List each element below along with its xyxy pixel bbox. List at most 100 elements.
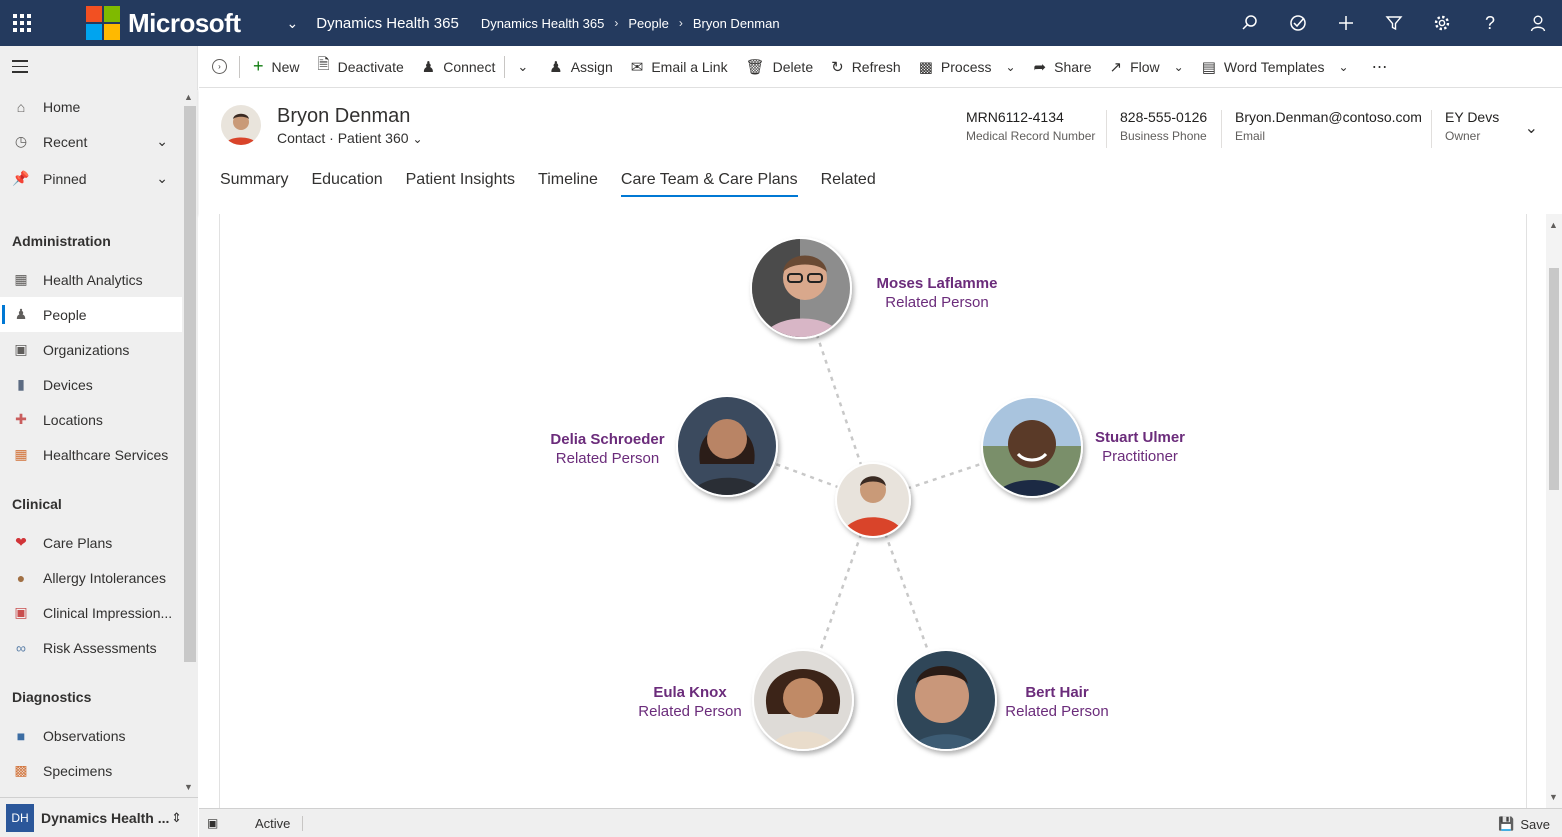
chevron-down-icon: ⌄ [1005,59,1016,74]
back-button[interactable]: › [199,46,239,88]
email-field: Bryon.Denman@contoso.com Email [1235,109,1422,143]
refresh-icon: ↻ [831,58,844,76]
assign-button[interactable]: ♟ Assign [540,46,621,88]
refresh-button[interactable]: ↻ Refresh [822,46,910,88]
nav-group-clinical: Clinical [12,496,62,512]
plus-icon: + [253,56,264,76]
deactivate-button[interactable]: 🗎 Deactivate [309,46,413,88]
up-down-chevron-icon: ⇕ [171,809,182,825]
command-label: Deactivate [337,58,404,75]
gear-icon[interactable] [1418,0,1466,46]
content-scrollbar-thumb[interactable] [1549,268,1559,490]
tab-timeline[interactable]: Timeline [538,171,598,197]
plus-icon[interactable] [1322,0,1370,46]
sidebar-item-people[interactable]: ♟ People [0,297,182,332]
divider [1106,110,1107,148]
tab-summary[interactable]: Summary [220,171,288,197]
chevron-right-icon: › [614,16,619,30]
tasks-icon[interactable] [1274,0,1322,46]
sidebar-item-health-analytics[interactable]: ▦ Health Analytics [0,262,182,297]
scroll-down-arrow-icon[interactable]: ▼ [1549,792,1558,802]
save-label: Save [1520,816,1550,832]
record-title: Bryon Denman [277,105,411,127]
tab-education[interactable]: Education [311,171,382,197]
app-title[interactable]: Dynamics Health 365 [316,15,459,32]
phone-value[interactable]: 828-555-0126 [1120,109,1207,125]
sidebar-item-allergy-intolerances[interactable]: ● Allergy Intolerances [0,560,182,595]
flow-button[interactable]: ↗ Flow ⌄ [1100,46,1192,88]
email-value[interactable]: Bryon.Denman@contoso.com [1235,109,1422,125]
search-icon[interactable] [1226,0,1274,46]
tab-related[interactable]: Related [821,171,876,197]
care-team-member-stuart[interactable]: Stuart Ulmer Practitioner [1080,429,1200,465]
avatar[interactable] [221,105,261,145]
sidebar-item-risk-assessments[interactable]: ∞ Risk Assessments [0,630,182,665]
app-launcher-waffle-icon[interactable] [0,0,44,46]
sidebar-item-specimens[interactable]: ▩ Specimens [0,753,182,788]
tab-care-team-care-plans[interactable]: Care Team & Care Plans [620,171,798,197]
sidebar-item-healthcare-services[interactable]: ▦ Healthcare Services [0,437,182,472]
more-commands-ellipsis-icon[interactable]: ⋯ [1358,46,1397,88]
sidebar-item-label: Recent [43,133,88,150]
sidebar-item-devices[interactable]: ▮ Devices [0,367,182,402]
hamburger-menu-icon[interactable] [12,60,28,77]
filter-icon[interactable] [1370,0,1418,46]
chevron-down-icon[interactable]: ⌄ [156,133,168,150]
app-switcher-chevron-icon[interactable]: ⌄ [287,15,299,32]
breadcrumb-item-app[interactable]: Dynamics Health 365 [481,16,605,31]
care-team-avatar-stuart[interactable] [981,396,1083,504]
connect-button[interactable]: ♟ Connect [413,46,505,88]
connect-dropdown-button[interactable]: ⌄ [505,46,540,88]
care-team-avatar-bert[interactable] [895,649,997,759]
command-label: New [271,58,300,75]
divider [239,55,240,78]
sidebar-item-clinical-impressions[interactable]: ▣ Clinical Impression... [0,595,182,630]
owner-label: Owner [1445,129,1481,143]
care-team-avatar-eula[interactable] [752,649,854,754]
sidebar-item-care-plans[interactable]: ❤ Care Plans [0,525,182,560]
form-selector[interactable]: Patient 360 [338,130,409,146]
scroll-up-arrow-icon[interactable]: ▲ [184,92,193,102]
breadcrumb-item-people[interactable]: People [628,16,668,31]
tab-patient-insights[interactable]: Patient Insights [406,171,515,197]
phone-label: Business Phone [1120,129,1207,143]
care-team-member-delia[interactable]: Delia Schroeder Related Person [520,431,695,467]
sidebar-item-locations[interactable]: ✚ Locations [0,402,182,437]
help-icon[interactable]: ? [1466,0,1514,46]
owner-link[interactable]: EY Devs [1445,109,1499,125]
chevron-down-icon[interactable]: ⌄ [156,170,168,187]
sidebar-item-organizations[interactable]: ▣ Organizations [0,332,182,367]
process-button[interactable]: ▩ Process ⌄ [910,46,1025,88]
user-icon[interactable] [1514,0,1562,46]
share-button[interactable]: ➦ Share [1025,46,1101,88]
sidebar-item-observations[interactable]: ■ Observations [0,718,182,753]
member-name: Eula Knox [653,684,727,701]
microsoft-logo[interactable]: Microsoft [86,6,241,40]
care-team-member-eula[interactable]: Eula Knox Related Person [620,684,760,720]
open-in-window-icon[interactable]: ▣ [207,816,218,830]
expand-header-chevron-icon[interactable]: ⌄ [1525,118,1538,138]
sidebar-item-pinned[interactable]: 📌 Pinned ⌄ [0,161,182,196]
sidebar-item-home[interactable]: ⌂ Home [0,89,182,124]
scroll-up-arrow-icon[interactable]: ▲ [1549,220,1558,230]
email-a-link-button[interactable]: ✉ Email a Link [622,46,737,88]
sidebar-item-recent[interactable]: ◷ Recent ⌄ [0,124,182,159]
sidebar-scrollbar-thumb[interactable] [184,106,196,662]
chevron-down-icon[interactable]: ⌄ [412,132,422,146]
command-bar: › + New 🗎 Deactivate ♟ Connect ⌄ ♟ Assig… [199,46,1562,88]
care-team-avatar-moses[interactable] [750,237,852,344]
save-button[interactable]: 💾 Save [1498,816,1550,832]
new-button[interactable]: + New [244,46,309,88]
sidebar-item-label: Risk Assessments [43,639,157,656]
care-team-member-moses[interactable]: Moses Laflamme Related Person [852,275,1022,311]
status-bar: ▣ Active 💾 Save [199,808,1562,837]
record-subtitle: Contact · Patient 360 ⌄ [277,130,423,146]
scroll-down-arrow-icon[interactable]: ▼ [184,782,193,792]
delete-button[interactable]: 🗑 Delete [737,46,823,88]
content-scrollbar[interactable]: ▲ ▼ [1546,214,1562,808]
area-switcher[interactable]: DH Dynamics Health ... ⇕ [0,797,198,837]
patient-center-avatar[interactable] [835,462,911,539]
word-templates-button[interactable]: ▤ Word Templates ⌄ [1193,46,1358,88]
care-team-member-bert[interactable]: Bert Hair Related Person [987,684,1127,720]
observation-icon: ■ [16,727,26,744]
